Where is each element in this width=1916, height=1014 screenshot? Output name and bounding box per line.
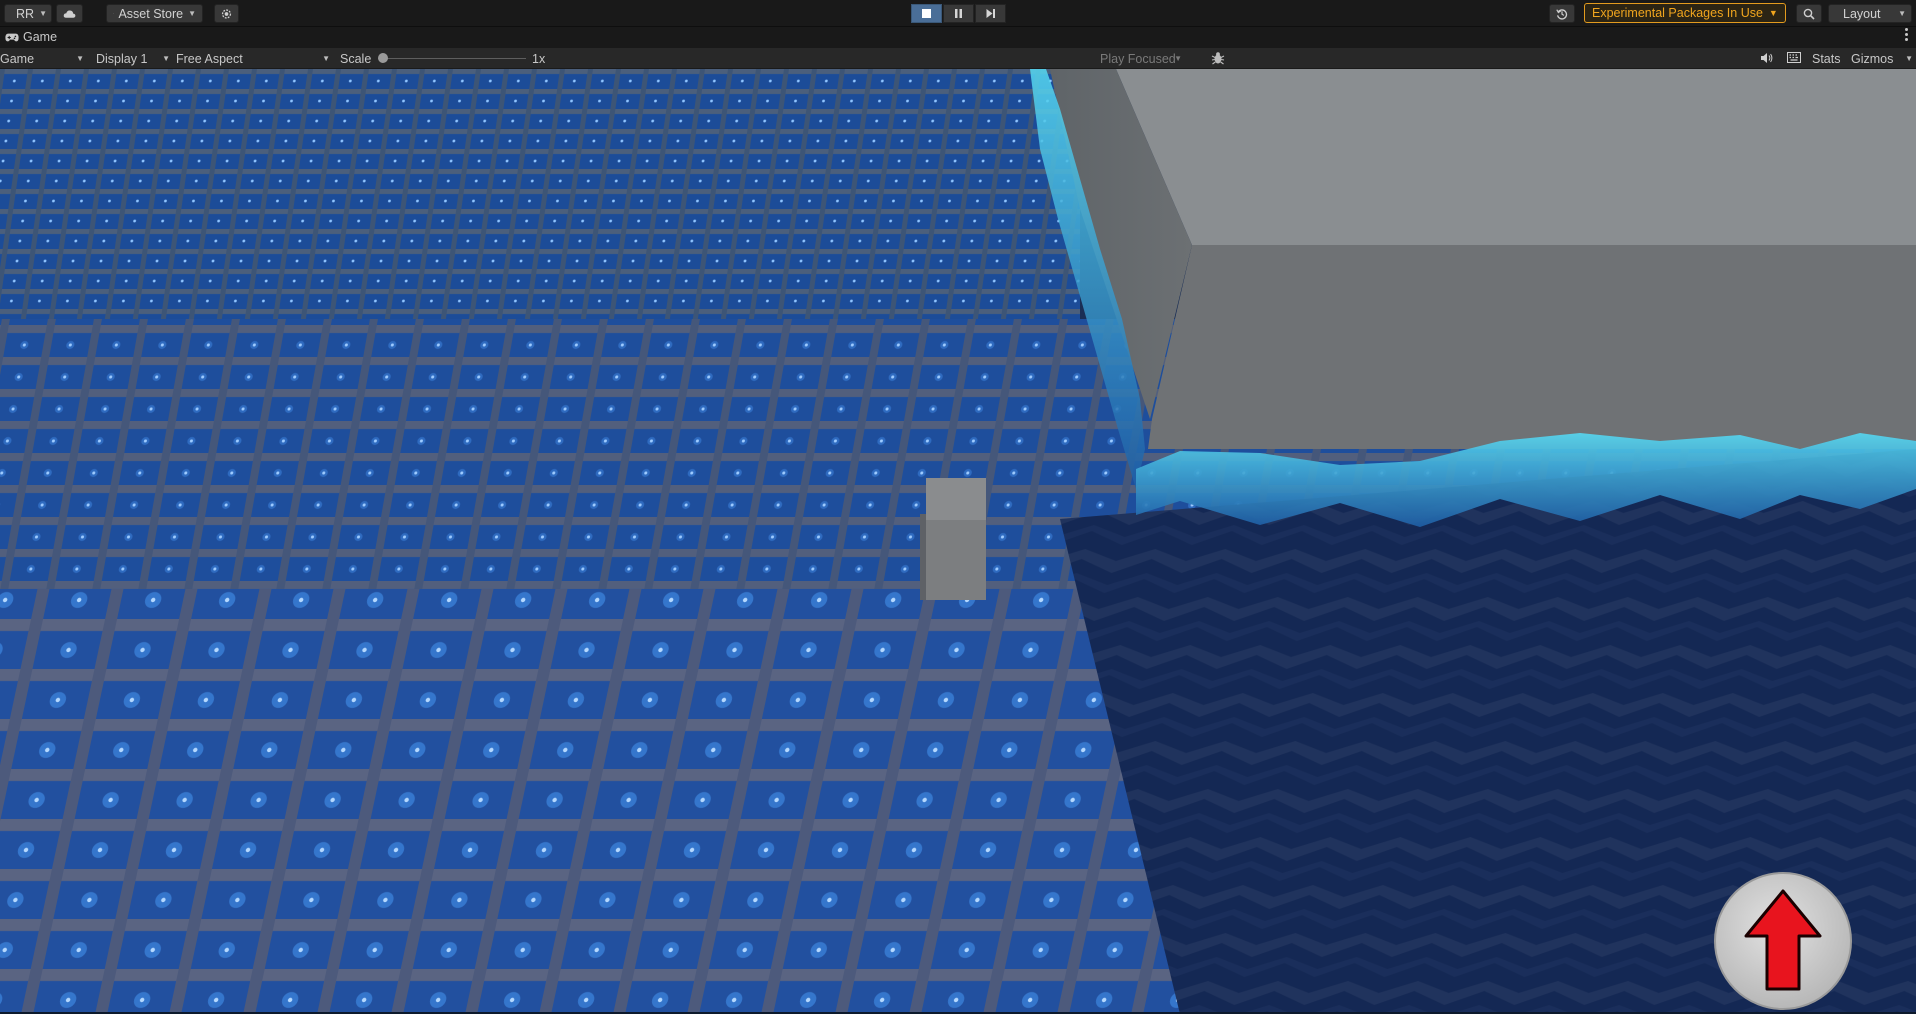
wall-top bbox=[1116, 69, 1916, 245]
view-mode-label: Game bbox=[0, 51, 35, 66]
services-button[interactable] bbox=[214, 4, 239, 23]
step-button[interactable] bbox=[975, 4, 1006, 23]
gamepad-icon bbox=[5, 33, 19, 41]
display-label: Display 1 bbox=[96, 51, 148, 66]
chevron-down-icon: ▼ bbox=[162, 54, 170, 63]
game-window-tab-bar: Game bbox=[0, 27, 1916, 48]
chevron-down-icon: ▼ bbox=[1174, 54, 1182, 63]
player-cube-top bbox=[926, 478, 986, 520]
keyboard-icon bbox=[1787, 52, 1801, 63]
account-label: RR bbox=[16, 6, 35, 21]
game-viewport[interactable] bbox=[0, 69, 1916, 1014]
move-up-button[interactable] bbox=[1714, 872, 1852, 1010]
game-tab-title: Game bbox=[23, 30, 58, 44]
speaker-icon bbox=[1761, 53, 1773, 63]
aspect-ratio-dropdown[interactable]: Free Aspect ▼ bbox=[176, 51, 330, 66]
play-mode-label: Play Focused bbox=[1100, 51, 1176, 66]
chevron-down-icon: ▼ bbox=[322, 54, 330, 63]
asset-store-label: Asset Store bbox=[118, 6, 184, 21]
tab-options-menu[interactable] bbox=[1904, 28, 1908, 41]
stats-toggle[interactable]: Stats bbox=[1812, 51, 1841, 66]
game-tab[interactable]: Game bbox=[5, 30, 57, 44]
scale-slider-handle[interactable] bbox=[378, 53, 388, 63]
scale-value: 1x bbox=[532, 51, 546, 66]
chevron-down-icon: ▼ bbox=[1905, 54, 1913, 63]
chevron-down-icon: ▼ bbox=[39, 9, 47, 18]
step-icon bbox=[986, 9, 995, 18]
gizmos-dropdown[interactable]: Gizmos ▼ bbox=[1851, 51, 1913, 66]
chevron-down-icon: ▼ bbox=[1898, 9, 1906, 18]
gizmos-label: Gizmos bbox=[1851, 51, 1894, 66]
stats-label: Stats bbox=[1812, 51, 1841, 66]
stop-square-icon bbox=[922, 9, 931, 18]
experimental-packages-dropdown[interactable]: Experimental Packages In Use ▼ bbox=[1584, 3, 1786, 23]
history-icon bbox=[1556, 8, 1568, 20]
play-toggle-button[interactable] bbox=[911, 4, 942, 23]
game-scene-render bbox=[0, 69, 1916, 1014]
frame-debugger-toggle[interactable] bbox=[1211, 51, 1225, 68]
shortcuts-toggle[interactable] bbox=[1787, 52, 1801, 66]
main-toolbar: RR ▼ Asset Store ▼ Experimental Packages… bbox=[0, 0, 1916, 27]
aspect-ratio-label: Free Aspect bbox=[176, 51, 243, 66]
player-cube-side bbox=[920, 514, 926, 600]
scale-slider[interactable] bbox=[378, 53, 526, 64]
chevron-down-icon: ▼ bbox=[1768, 8, 1778, 18]
mute-audio-toggle[interactable] bbox=[1760, 52, 1773, 67]
bug-icon bbox=[1211, 52, 1225, 65]
gear-icon bbox=[221, 8, 232, 19]
pause-button[interactable] bbox=[943, 4, 974, 23]
wall-front bbox=[1148, 245, 1916, 449]
cloud-icon bbox=[63, 9, 76, 18]
asset-store-dropdown[interactable]: Asset Store ▼ bbox=[106, 4, 203, 23]
display-dropdown[interactable]: Display 1 ▼ bbox=[96, 51, 170, 66]
chevron-down-icon: ▼ bbox=[188, 9, 196, 18]
search-icon bbox=[1803, 8, 1815, 20]
view-mode-dropdown[interactable]: Game ▼ bbox=[0, 51, 84, 66]
layout-label: Layout bbox=[1843, 6, 1881, 21]
account-dropdown[interactable]: RR ▼ bbox=[4, 4, 52, 23]
scale-label: Scale bbox=[340, 51, 372, 66]
layout-dropdown[interactable]: Layout ▼ bbox=[1828, 4, 1912, 23]
player-cube-front bbox=[926, 520, 986, 600]
cloud-button[interactable] bbox=[56, 4, 83, 23]
chevron-down-icon: ▼ bbox=[76, 54, 84, 63]
pause-icon bbox=[955, 9, 962, 18]
search-button[interactable] bbox=[1796, 4, 1822, 23]
game-view-toolbar: Game ▼ Display 1 ▼ Free Aspect ▼ Scale 1… bbox=[0, 48, 1916, 69]
undo-history-button[interactable] bbox=[1549, 4, 1575, 23]
experimental-packages-label: Experimental Packages In Use bbox=[1592, 6, 1763, 20]
scale-slider-track bbox=[378, 58, 526, 59]
play-mode-dropdown[interactable]: Play Focused ▼ bbox=[1100, 51, 1182, 66]
